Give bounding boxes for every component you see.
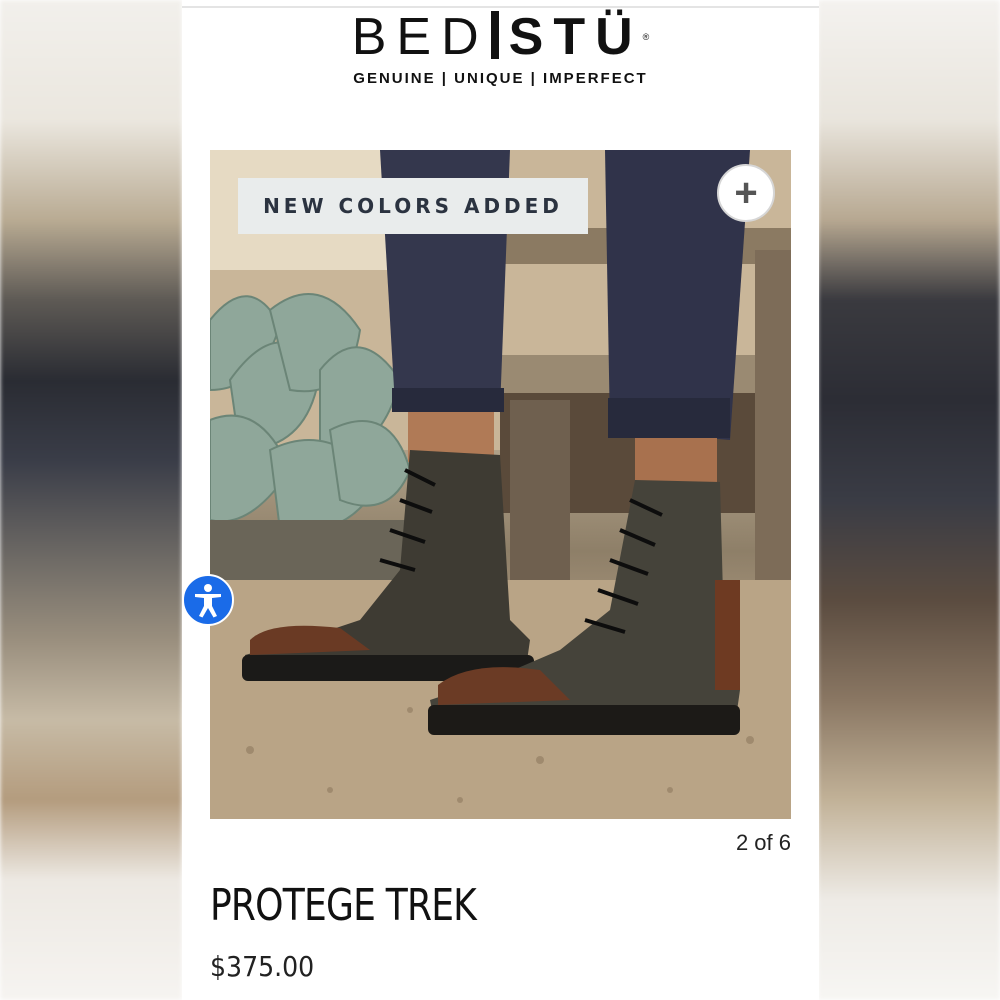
zoom-button[interactable]: +: [717, 164, 775, 222]
logo-bed: BED: [351, 8, 489, 66]
accessibility-icon: [195, 584, 221, 618]
logo-divider-bar: [490, 11, 499, 59]
blurred-background-right: [818, 0, 1000, 1000]
new-colors-badge: NEW COLORS ADDED: [238, 178, 588, 234]
product-price: $375.00: [210, 950, 315, 983]
mobile-page: BED STÜ® GENUINE | UNIQUE | IMPERFECT NE…: [182, 0, 819, 1000]
blurred-background-left: [0, 0, 182, 1000]
image-counter: 2 of 6: [735, 830, 791, 855]
logo-wordmark: BED STÜ®: [182, 6, 819, 68]
brand-tagline: GENUINE | UNIQUE | IMPERFECT: [353, 70, 648, 87]
registered-mark: ®: [642, 32, 650, 42]
accessibility-button[interactable]: [182, 574, 234, 626]
brand-logo[interactable]: BED STÜ® GENUINE | UNIQUE | IMPERFECT: [182, 6, 819, 87]
plus-icon: +: [734, 171, 758, 215]
product-title: PROTEGE TREK: [210, 880, 477, 931]
boots-photo: [210, 150, 791, 819]
product-image[interactable]: NEW COLORS ADDED +: [210, 150, 791, 819]
logo-stu: STÜ: [508, 8, 643, 66]
